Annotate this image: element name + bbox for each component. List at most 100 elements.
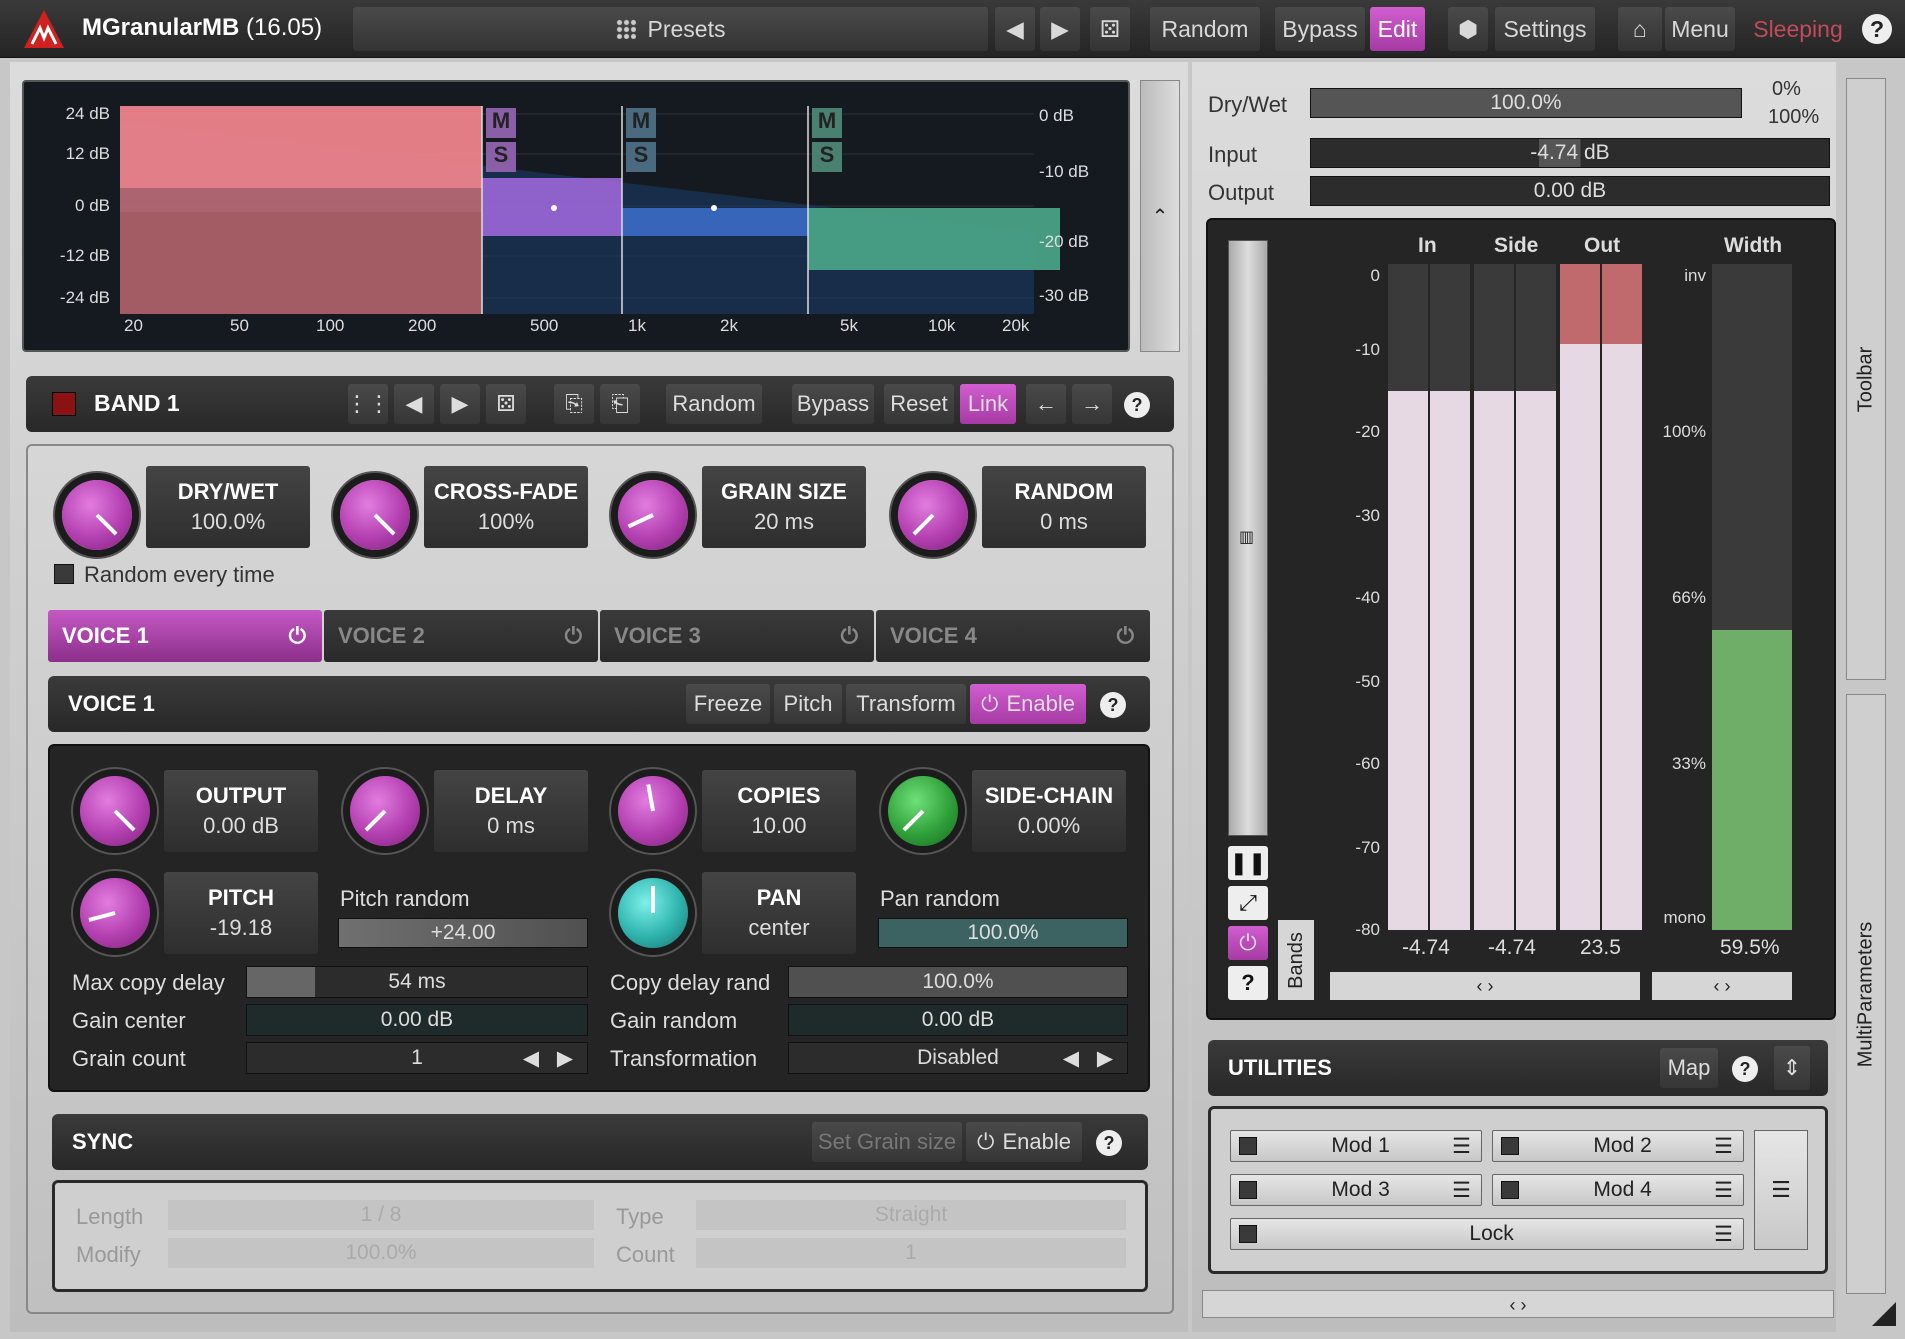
band-marker-m[interactable]: M [486,108,516,138]
random-display[interactable]: RANDOM 0 ms [982,466,1146,548]
home-icon[interactable]: ⌂ [1618,7,1662,51]
band-marker-s[interactable]: S [486,142,516,172]
presets-button[interactable]: Presets [353,7,988,51]
pitch-display[interactable]: PITCH -19.18 [164,872,318,954]
map-button[interactable]: Map [1660,1048,1718,1088]
menu-icon[interactable]: ☰ [1452,1134,1471,1159]
modify-bar[interactable]: 100.0% [168,1238,594,1268]
sync-help-icon[interactable]: ? [1096,1130,1122,1156]
pan-random-bar[interactable]: 100.0% [878,918,1128,948]
band-next-button[interactable]: ▶ [440,384,480,424]
band-paste-icon[interactable]: ⎗ [600,384,640,424]
meter-help-icon[interactable]: ? [1228,966,1268,1000]
menu-icon[interactable]: ☰ [1714,1134,1733,1159]
random-knob[interactable] [898,480,968,550]
mod-3-checkbox[interactable] [1239,1181,1257,1199]
mod-1-checkbox[interactable] [1239,1137,1257,1155]
pitch-knob[interactable] [80,878,150,948]
eq-display[interactable]: 24 dB 12 dB 0 dB -12 dB -24 dB 0 dB -10 … [22,80,1130,352]
band-reset-button[interactable]: Reset [884,384,954,424]
transform-button[interactable]: Transform [846,684,966,724]
tab-voice-1[interactable]: VOICE 1 ⏻ [48,610,322,662]
freeze-button[interactable]: Freeze [686,684,770,724]
tab-voice-2[interactable]: VOICE 2 ⏻ [324,610,598,662]
mod-1-slot[interactable]: Mod 1 ☰ [1230,1130,1482,1162]
arrow-right-icon[interactable]: ▶ [1097,1046,1113,1071]
utilities-collapse-button[interactable]: ⇕ [1774,1046,1810,1090]
output-knob[interactable] [80,776,150,846]
gain-center-bar[interactable]: 0.00 dB [246,1004,588,1036]
bottom-expand-button[interactable]: ‹ › [1202,1290,1834,1318]
delay-knob[interactable] [350,776,420,846]
pan-knob[interactable] [618,878,688,948]
band-copy-icon[interactable]: ⎘ [554,384,594,424]
set-grain-size-button[interactable]: Set Grain size [812,1122,962,1162]
random-button[interactable]: Random [1150,7,1260,51]
voice-enable-button[interactable]: ⏻ Enable [970,684,1086,724]
band-grid-icon[interactable]: ⋮⋮ [346,384,390,424]
utilities-menu-icon[interactable]: ☰ [1754,1130,1808,1250]
mod-4-slot[interactable]: Mod 4 ☰ [1492,1174,1744,1206]
mod-4-checkbox[interactable] [1501,1181,1519,1199]
settings-button[interactable]: Settings [1495,7,1595,51]
bands-button[interactable]: Bands [1278,920,1314,1000]
count-bar[interactable]: 1 [696,1238,1126,1268]
band-random-button[interactable]: Random [666,384,762,424]
drywet-display[interactable]: DRY/WET 100.0% [146,466,310,548]
crossfade-knob[interactable] [340,480,410,550]
resize-corner-icon[interactable] [1872,1302,1896,1326]
delay-display[interactable]: DELAY 0 ms [434,770,588,852]
menu-button[interactable]: Menu [1665,7,1735,51]
menu-icon[interactable]: ☰ [1452,1178,1471,1203]
sidechain-display[interactable]: SIDE-CHAIN 0.00% [972,770,1126,852]
drywet-bar[interactable]: 100.0% [1310,88,1742,118]
tab-voice-4[interactable]: VOICE 4 ⏻ [876,610,1150,662]
redo-arrow-icon[interactable]: → [1072,384,1112,424]
sync-enable-button[interactable]: ⏻ Enable [966,1122,1082,1162]
undo-arrow-icon[interactable]: ← [1026,384,1066,424]
edit-button[interactable]: Edit [1370,7,1425,51]
band-color-swatch[interactable] [52,392,76,416]
band-dice-icon[interactable]: ⚄ [486,384,526,424]
copies-knob[interactable] [618,776,688,846]
toolbar-side-tab[interactable]: Toolbar [1846,78,1886,680]
band-marker-m[interactable]: M [626,108,656,138]
copy-delay-rand-bar[interactable]: 100.0% [788,966,1128,998]
band-help-icon[interactable]: ? [1124,392,1150,418]
power-icon[interactable]: ⏻ [1117,623,1134,649]
menu-icon[interactable]: ☰ [1714,1222,1733,1247]
band-marker-s[interactable]: S [812,142,842,172]
grain-count-select[interactable]: 1 ◀ ▶ [246,1042,588,1074]
meter-expand-button[interactable]: ‹ › [1330,972,1640,1000]
voice-help-icon[interactable]: ? [1100,692,1126,718]
dice-icon[interactable]: ⚄ [1090,7,1130,51]
arrow-right-icon[interactable]: ▶ [557,1046,573,1071]
multiparameters-side-tab[interactable]: MultiParameters [1846,694,1886,1294]
output-display[interactable]: OUTPUT 0.00 dB [164,770,318,852]
arrow-left-icon[interactable]: ◀ [1063,1046,1079,1071]
band-bypass-button[interactable]: Bypass [792,384,874,424]
fader-handle-icon[interactable]: ▥ [1239,527,1259,547]
tab-voice-3[interactable]: VOICE 3 ⏻ [600,610,874,662]
mod-3-slot[interactable]: Mod 3 ☰ [1230,1174,1482,1206]
mod-2-slot[interactable]: Mod 2 ☰ [1492,1130,1744,1162]
bypass-button[interactable]: Bypass [1275,7,1365,51]
lock-checkbox[interactable] [1239,1225,1257,1243]
drywet-knob[interactable] [62,480,132,550]
meter-power-icon[interactable]: ⏻ [1228,926,1268,960]
band-marker-s[interactable]: S [626,142,656,172]
power-icon[interactable]: ⏻ [565,623,582,649]
transformation-select[interactable]: Disabled ◀ ▶ [788,1042,1128,1074]
resize-icon[interactable]: ⤢ [1228,886,1268,920]
crossfade-display[interactable]: CROSS-FADE 100% [424,466,588,548]
pitch-random-bar[interactable]: +24.00 [338,918,588,948]
band-link-button[interactable]: Link [960,384,1016,424]
power-icon[interactable]: ⏻ [841,623,858,649]
input-gain-slider[interactable]: ▥ [1228,240,1268,836]
gain-random-bar[interactable]: 0.00 dB [788,1004,1128,1036]
eq-collapse-button[interactable]: ⌃ [1140,80,1180,352]
input-bar[interactable]: -4.74 dB [1310,138,1830,168]
copies-display[interactable]: COPIES 10.00 [702,770,856,852]
next-preset-button[interactable]: ▶ [1040,7,1080,51]
pause-icon[interactable]: ❚❚ [1228,846,1268,880]
